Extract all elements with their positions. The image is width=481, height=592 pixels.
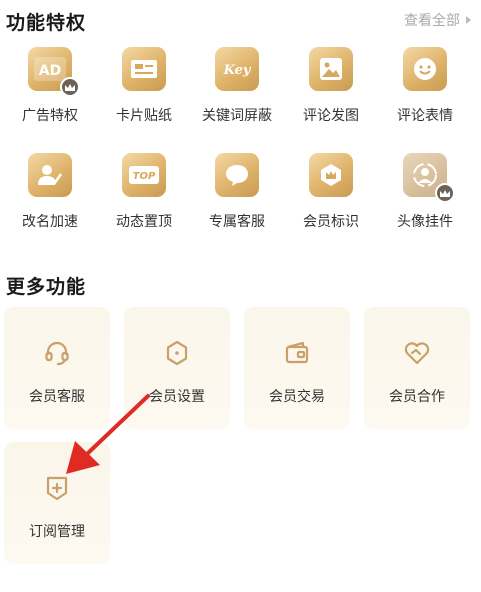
handshake-heart-icon [364, 339, 470, 367]
card-label: 会员客服 [29, 389, 85, 405]
subscribe-plus-icon [4, 474, 110, 502]
ad-icon: AD [28, 47, 80, 97]
svg-text:TOP: TOP [133, 171, 156, 182]
feature-member-badge[interactable]: 会员标识 [284, 153, 378, 231]
wallet-icon [244, 339, 350, 367]
member-badge-icon [309, 153, 353, 197]
feature-keyword-block[interactable]: Key 关键词屏蔽 [190, 47, 284, 125]
crown-badge-icon [60, 77, 80, 97]
keyword-block-icon: Key [215, 47, 259, 91]
feature-pin-top[interactable]: TOP 动态置顶 [97, 153, 191, 231]
headset-icon [4, 339, 110, 367]
section-title-privileges: 功能特权 [6, 12, 87, 34]
card-label: 订阅管理 [29, 524, 85, 540]
feature-label: 专属客服 [209, 214, 265, 230]
exclusive-service-icon [215, 153, 259, 197]
feature-label: 评论发图 [303, 108, 359, 124]
card-member-settings[interactable]: 会员设置 [124, 307, 230, 429]
feature-label: 关键词屏蔽 [202, 108, 272, 124]
feature-comment-image[interactable]: 评论发图 [284, 47, 378, 125]
view-all-link[interactable]: 查看全部 [404, 10, 471, 30]
feature-label: 卡片贴纸 [116, 108, 172, 124]
card-member-service[interactable]: 会员客服 [4, 307, 110, 429]
pin-top-icon: TOP [122, 153, 166, 197]
feature-rename-speedup[interactable]: 改名加速 [3, 153, 97, 231]
svg-text:Key: Key [223, 63, 252, 78]
svg-text:AD: AD [39, 63, 61, 79]
feature-label: 改名加速 [22, 214, 78, 230]
feature-label: 广告特权 [22, 108, 78, 124]
feature-label: 动态置顶 [116, 214, 172, 230]
comment-image-icon [309, 47, 353, 91]
feature-label: 会员标识 [303, 214, 359, 230]
card-label: 会员交易 [269, 389, 325, 405]
card-subscription-manage[interactable]: 订阅管理 [4, 442, 110, 564]
feature-label: 头像挂件 [397, 214, 453, 230]
card-member-cooperation[interactable]: 会员合作 [364, 307, 470, 429]
feature-exclusive-service[interactable]: 专属客服 [190, 153, 284, 231]
feature-comment-emoji[interactable]: 评论表情 [378, 47, 472, 125]
card-label: 会员合作 [389, 389, 445, 405]
avatar-pendant-icon [403, 153, 455, 203]
card-label: 会员设置 [149, 389, 205, 405]
feature-ad-privilege[interactable]: AD 广告特权 [3, 47, 97, 125]
crown-badge-icon [435, 183, 455, 203]
rename-speedup-icon [28, 153, 72, 197]
section-title-more: 更多功能 [6, 276, 87, 298]
hexagon-settings-icon [124, 339, 230, 367]
card-member-trade[interactable]: 会员交易 [244, 307, 350, 429]
comment-emoji-icon [403, 47, 447, 91]
feature-card-sticker[interactable]: 卡片贴纸 [97, 47, 191, 125]
card-sticker-icon [122, 47, 166, 91]
feature-avatar-pendant[interactable]: 头像挂件 [378, 153, 472, 231]
chevron-right-icon [466, 16, 471, 24]
feature-label: 评论表情 [397, 108, 453, 124]
view-all-label: 查看全部 [404, 13, 460, 29]
